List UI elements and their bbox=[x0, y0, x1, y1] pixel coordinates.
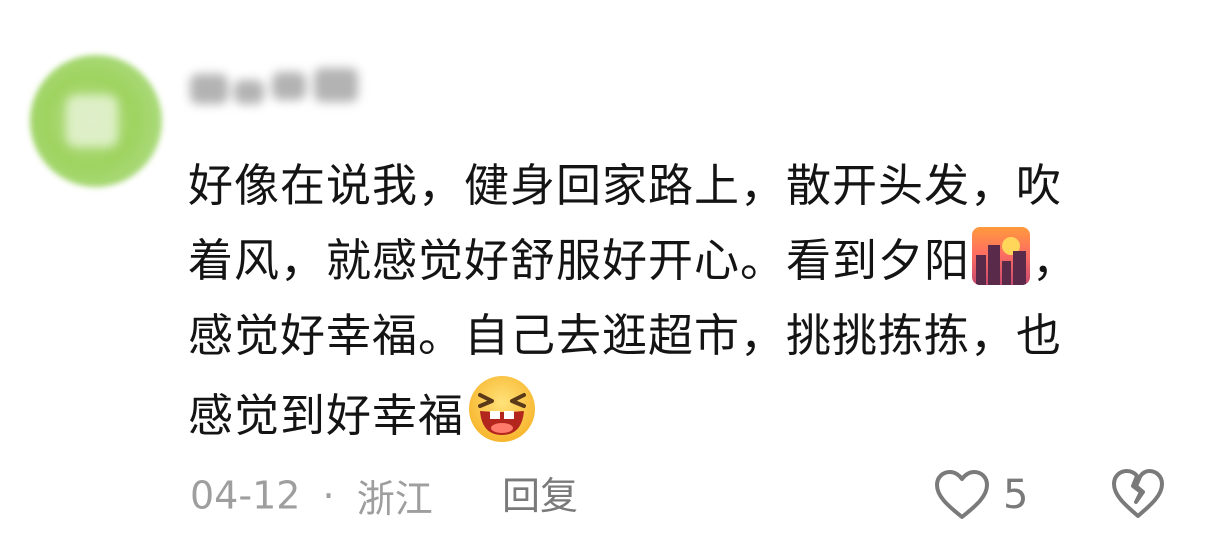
sunset-emoji-icon bbox=[972, 227, 1031, 285]
like-button[interactable]: 5 bbox=[933, 466, 1028, 524]
comment-line: 感觉好幸福。自己去逛超市，挑挑拣拣，也 bbox=[188, 309, 1063, 362]
avatar[interactable] bbox=[30, 55, 162, 187]
comment-line: 着风，就感觉好舒服好开心。看到夕阳 ， bbox=[188, 223, 1188, 298]
comment-item: 好像在说我，健身回家路上，散开头发，吹 着风，就感觉好舒服好开心。看到夕阳 ， 感… bbox=[0, 0, 1232, 556]
username-blurred[interactable] bbox=[190, 66, 365, 116]
laughing-emoji-icon bbox=[466, 373, 538, 445]
reply-button[interactable]: 回复 bbox=[502, 468, 578, 524]
like-count: 5 bbox=[1003, 472, 1029, 518]
comment-meta: 04-12 · 浙江 bbox=[190, 468, 433, 524]
comment-line: 感觉到好幸福 bbox=[188, 373, 1188, 448]
comment-location: 浙江 bbox=[356, 477, 433, 521]
comment-line-text: 着风，就感觉好舒服好开心。看到夕阳 bbox=[188, 234, 971, 287]
comment-line-text: ， bbox=[1032, 234, 1079, 287]
comment-text: 好像在说我，健身回家路上，散开头发，吹 着风，就感觉好舒服好开心。看到夕阳 ， 感… bbox=[188, 148, 1188, 448]
heart-outline-icon bbox=[935, 470, 989, 519]
comment-line: 好像在说我，健身回家路上，散开头发，吹 bbox=[188, 159, 1063, 212]
dislike-button[interactable] bbox=[1110, 468, 1166, 524]
avatar-image bbox=[66, 95, 118, 147]
comment-date: 04-12 bbox=[190, 473, 301, 518]
broken-heart-icon bbox=[1112, 469, 1164, 518]
comment-line-text: 感觉到好幸福 bbox=[188, 389, 465, 442]
meta-separator: · bbox=[322, 473, 335, 518]
